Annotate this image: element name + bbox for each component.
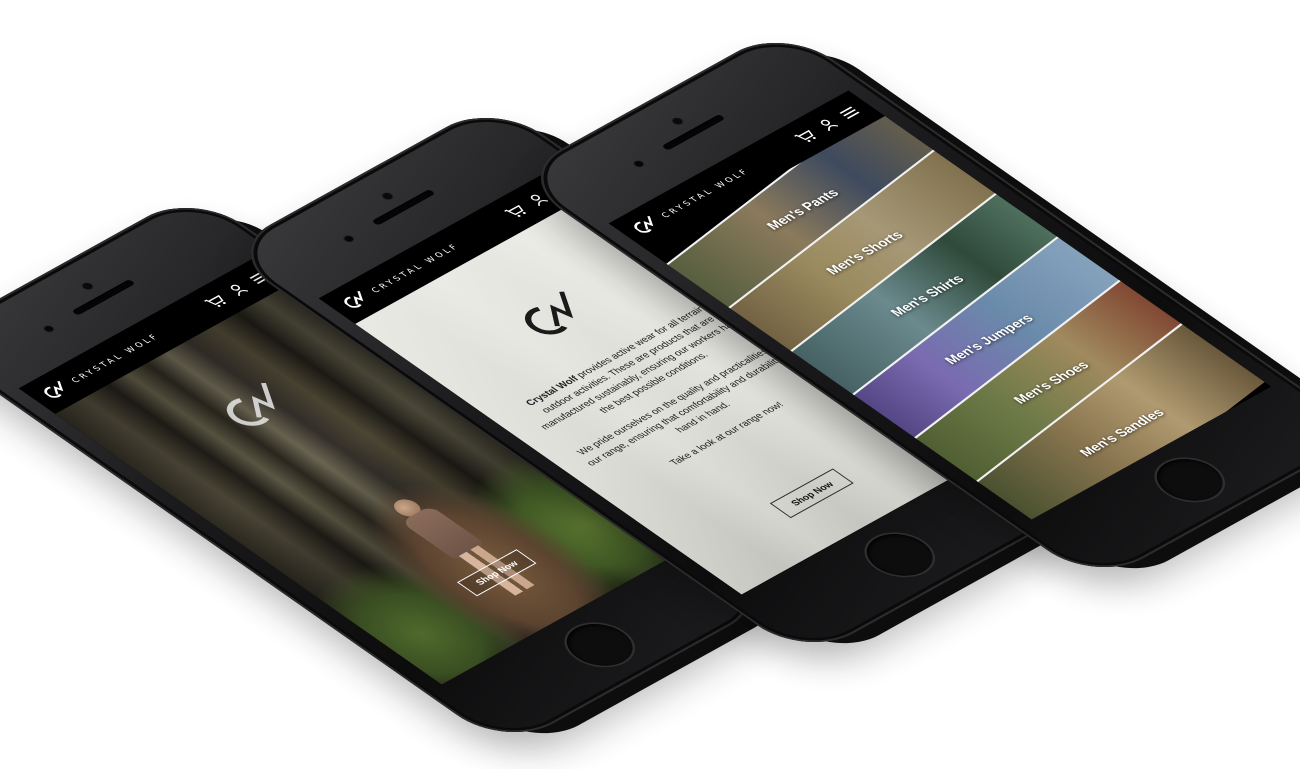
user-icon[interactable]	[816, 117, 839, 132]
logo-icon	[340, 290, 374, 311]
category-label: Men's Shirts	[885, 272, 967, 319]
menu-icon[interactable]	[838, 105, 862, 120]
proximity-sensor	[342, 234, 356, 243]
category-label: Men's Sandles	[1075, 405, 1168, 459]
category-label: Men's Pants	[762, 185, 843, 232]
front-camera	[80, 281, 95, 291]
hero-logo-icon	[214, 379, 307, 437]
logo-icon	[630, 215, 664, 236]
proximity-sensor	[42, 324, 56, 333]
shop-now-button[interactable]: Shop Now	[769, 468, 854, 519]
home-button[interactable]	[853, 525, 947, 585]
about-logo-icon	[513, 288, 606, 346]
user-icon[interactable]	[226, 282, 249, 297]
home-button[interactable]	[553, 615, 647, 675]
proximity-sensor	[632, 159, 646, 168]
category-label: Men's Shoes	[1008, 358, 1092, 407]
front-camera	[380, 191, 395, 201]
logo-icon	[40, 380, 74, 401]
home-button[interactable]	[1143, 450, 1237, 510]
front-camera	[670, 116, 685, 126]
